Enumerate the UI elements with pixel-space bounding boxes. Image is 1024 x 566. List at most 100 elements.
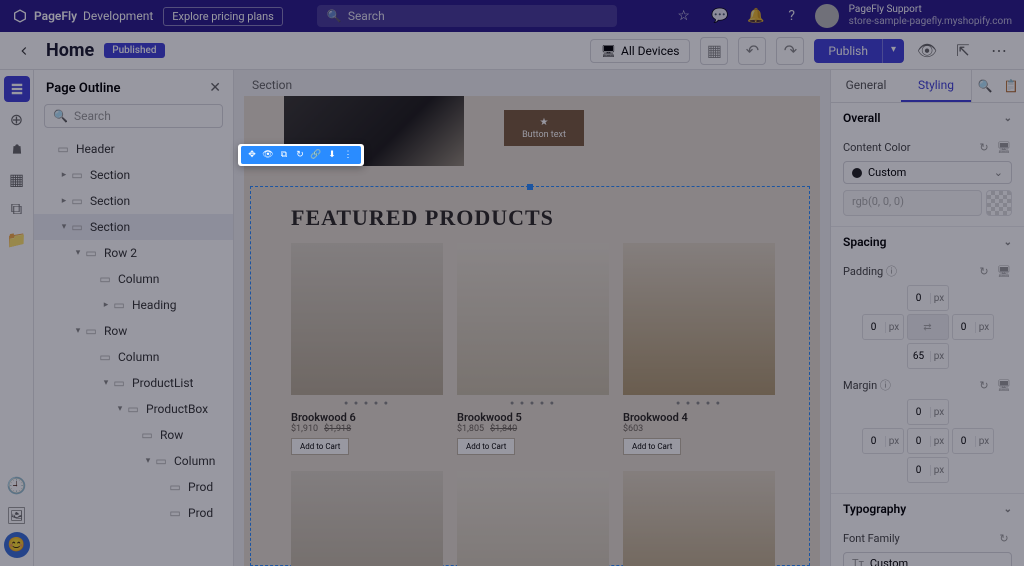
outline-node[interactable]: ▾▭ProductBox xyxy=(34,396,233,422)
font-family-select[interactable]: Tт Custom xyxy=(843,552,1012,566)
undo-button[interactable]: ↶ xyxy=(738,37,766,65)
margin-bottom-input[interactable]: px xyxy=(907,457,949,483)
desktop-icon[interactable]: 🖥 xyxy=(996,139,1012,155)
global-search[interactable]: 🔍 Search xyxy=(317,5,617,27)
props-copy-button[interactable]: 📋 xyxy=(998,71,1024,101)
publish-button[interactable]: Publish xyxy=(814,39,882,63)
explore-pricing-button[interactable]: Explore pricing plans xyxy=(163,7,283,26)
outline-search[interactable]: 🔍 Search xyxy=(44,104,223,128)
tab-general[interactable]: General xyxy=(831,70,901,102)
rail-add[interactable]: ⊕ xyxy=(4,106,30,132)
expand-arrow-icon[interactable]: ▸ xyxy=(100,300,112,310)
reset-icon[interactable]: ↻ xyxy=(976,139,992,155)
account-info[interactable]: PageFly Support store-sample-pagefly.mys… xyxy=(849,4,1012,28)
rail-blocks[interactable]: ▦ xyxy=(4,166,30,192)
selection-handle[interactable] xyxy=(527,184,533,190)
help-icon[interactable]: ⓘ xyxy=(880,379,891,392)
add-to-cart-button[interactable]: Add to Cart xyxy=(623,438,681,455)
bell-icon[interactable]: 🔔 xyxy=(743,3,769,29)
outline-node[interactable]: ▭Column xyxy=(34,266,233,292)
outline-node[interactable]: ▾▭Section xyxy=(34,214,233,240)
refresh-icon[interactable]: ↻ xyxy=(293,148,307,162)
padding-right-input[interactable]: px xyxy=(952,314,994,340)
reset-icon[interactable]: ↻ xyxy=(976,263,992,279)
rail-templates[interactable]: ⧉ xyxy=(4,196,30,222)
outline-node[interactable]: ▭Prod xyxy=(34,500,233,526)
tab-styling[interactable]: Styling xyxy=(901,70,971,102)
margin-left-input[interactable]: px xyxy=(862,428,904,454)
rail-folder[interactable]: 📁 xyxy=(4,226,30,252)
reset-icon[interactable]: ↻ xyxy=(996,530,1012,546)
outline-node[interactable]: ▭Row xyxy=(34,422,233,448)
more-menu-button[interactable]: ⋯ xyxy=(986,38,1012,64)
redo-button[interactable]: ↷ xyxy=(776,37,804,65)
save-icon[interactable]: ⬇ xyxy=(325,148,339,162)
expand-arrow-icon[interactable]: ▾ xyxy=(72,326,84,336)
export-button[interactable]: ⇱ xyxy=(950,38,976,64)
outline-node[interactable]: ▾▭Row 2 xyxy=(34,240,233,266)
color-picker-button[interactable] xyxy=(986,190,1012,216)
color-input[interactable]: rgb(0, 0, 0) xyxy=(843,190,982,216)
help-icon[interactable]: ⓘ xyxy=(886,265,897,278)
outline-node[interactable]: ▸▭Section xyxy=(34,162,233,188)
props-search-button[interactable]: 🔍 xyxy=(972,71,998,101)
visibility-icon[interactable]: 👁 xyxy=(261,148,275,162)
section-typography-header[interactable]: Typography ⌄ xyxy=(831,494,1024,524)
product-card[interactable]: ● ● ● ● ● Brookwood 5 $1,805$1,840 Add t… xyxy=(457,243,609,455)
expand-arrow-icon[interactable]: ▾ xyxy=(72,248,84,258)
rail-integrations[interactable] xyxy=(4,136,30,162)
expand-arrow-icon[interactable]: ▾ xyxy=(58,222,70,232)
content-color-select[interactable]: Custom ⌄ xyxy=(843,161,1012,184)
devices-dropdown[interactable]: 🖥 All Devices xyxy=(590,39,691,63)
outline-node[interactable]: ▸▭Heading xyxy=(34,292,233,318)
carousel-dots[interactable]: ● ● ● ● ● xyxy=(623,399,775,407)
publish-dropdown[interactable]: ▾ xyxy=(882,39,904,63)
margin-center-input[interactable]: px xyxy=(907,428,949,454)
desktop-icon[interactable]: 🖥 xyxy=(996,377,1012,393)
add-to-cart-button[interactable]: Add to Cart xyxy=(291,438,349,455)
margin-top-input[interactable]: px xyxy=(907,399,949,425)
preview-button[interactable]: 👁 xyxy=(914,38,940,64)
product-card[interactable]: ● ● ● ● ● Brookwood 4 $603 Add to Cart xyxy=(623,243,775,455)
carousel-dots[interactable]: ● ● ● ● ● xyxy=(291,399,443,407)
help-icon[interactable]: ? xyxy=(779,3,805,29)
padding-link-icon[interactable]: ⇄ xyxy=(907,314,949,340)
expand-arrow-icon[interactable]: ▾ xyxy=(100,378,112,388)
star-icon[interactable]: ☆ xyxy=(671,3,697,29)
margin-right-input[interactable]: px xyxy=(952,428,994,454)
section-overall-header[interactable]: Overall ⌄ xyxy=(831,103,1024,133)
expand-arrow-icon[interactable]: ▸ xyxy=(58,196,70,206)
expand-arrow-icon[interactable]: ▾ xyxy=(114,404,126,414)
section-spacing-header[interactable]: Spacing ⌄ xyxy=(831,227,1024,257)
chat-icon[interactable]: 💬 xyxy=(707,3,733,29)
rail-history[interactable]: 🕘 xyxy=(4,472,30,498)
outline-node[interactable]: ▾▭Column xyxy=(34,448,233,474)
rail-outline[interactable] xyxy=(4,76,30,102)
back-button[interactable] xyxy=(12,39,36,63)
outline-node[interactable]: ▭Header xyxy=(34,136,233,162)
carousel-dots[interactable]: ● ● ● ● ● xyxy=(457,399,609,407)
more-icon[interactable]: ⋮ xyxy=(341,148,355,162)
outline-node[interactable]: ▸▭Section xyxy=(34,188,233,214)
add-to-cart-button[interactable]: Add to Cart xyxy=(457,438,515,455)
rail-help[interactable]: 😊 xyxy=(4,532,30,558)
layout-grid-button[interactable]: ▦ xyxy=(700,37,728,65)
desktop-icon[interactable]: 🖥 xyxy=(996,263,1012,279)
reset-icon[interactable]: ↻ xyxy=(976,377,992,393)
expand-arrow-icon[interactable]: ▸ xyxy=(58,170,70,180)
expand-arrow-icon[interactable]: ▾ xyxy=(142,456,154,466)
product-card[interactable]: ● ● ● ● ● Brookwood 6 $1,910$1,918 Add t… xyxy=(291,243,443,455)
outline-node[interactable]: ▾▭ProductList xyxy=(34,370,233,396)
outline-node[interactable]: ▭Column xyxy=(34,344,233,370)
move-icon[interactable]: ✥ xyxy=(245,148,259,162)
link-icon[interactable]: 🔗 xyxy=(309,148,323,162)
hero-button[interactable]: ★ Button text xyxy=(504,110,584,146)
padding-top-input[interactable]: px xyxy=(907,285,949,311)
padding-bottom-input[interactable]: px xyxy=(907,343,949,369)
outline-node[interactable]: ▾▭Row xyxy=(34,318,233,344)
user-avatar[interactable] xyxy=(815,4,839,28)
outline-close-button[interactable]: ✕ xyxy=(209,80,221,96)
copy-icon[interactable]: ⧉ xyxy=(277,148,291,162)
padding-left-input[interactable]: px xyxy=(862,314,904,340)
rail-image[interactable]: 🖼 xyxy=(4,502,30,528)
